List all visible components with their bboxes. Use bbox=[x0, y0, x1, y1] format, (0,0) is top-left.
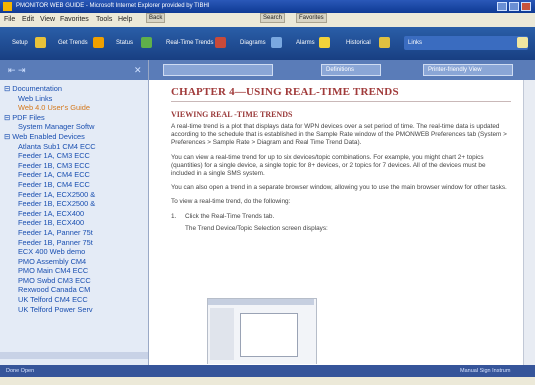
screenshot-thumbnail bbox=[207, 298, 317, 364]
tree-item[interactable]: PMO Assembly CM4 bbox=[4, 257, 144, 267]
tree-item[interactable]: Feeder 1A, ECX400 bbox=[4, 209, 144, 219]
thumbnail-sidebar bbox=[210, 308, 234, 360]
tree-item[interactable]: Atlanta Sub1 CM4 ECC bbox=[4, 142, 144, 152]
definitions-tab[interactable]: Definitions bbox=[321, 64, 381, 76]
sync-toc-icon[interactable]: ⇤ ⇥ bbox=[8, 60, 26, 80]
step-body: Click the Real-Time Trends tab. The Tren… bbox=[185, 213, 328, 233]
thumbnail-toolbar bbox=[208, 299, 314, 305]
tree-item[interactable]: PMO Main CM4 ECC bbox=[4, 266, 144, 276]
get-trends-button[interactable]: Get Trends bbox=[58, 36, 104, 50]
historical-label: Historical bbox=[346, 40, 371, 46]
menu-view[interactable]: View bbox=[40, 13, 55, 27]
tree-item[interactable]: Feeder 1A, CM3 ECC bbox=[4, 151, 144, 161]
menu-tools[interactable]: Tools bbox=[96, 13, 112, 27]
setup-icon bbox=[35, 37, 46, 48]
navigation-header: ⇤ ⇥ ✕ bbox=[0, 60, 148, 80]
get-trends-label: Get Trends bbox=[58, 40, 88, 46]
tree-item[interactable]: UK Telford Power Serv bbox=[4, 305, 144, 315]
links-button[interactable]: Links bbox=[404, 36, 528, 50]
menu-edit[interactable]: Edit bbox=[22, 13, 34, 27]
status-icon bbox=[141, 37, 152, 48]
tree-item[interactable]: Rexwood Canada CM bbox=[4, 285, 144, 295]
ie-icon bbox=[3, 2, 12, 11]
trend-icon bbox=[215, 37, 226, 48]
vertical-scrollbar[interactable] bbox=[523, 80, 535, 365]
tree-item[interactable]: Web 4.0 User's Guide bbox=[4, 103, 144, 113]
title-bar: PMONITOR WEB GUIDE - Microsoft Internet … bbox=[0, 0, 535, 13]
status-right: Manual Sign Instrum bbox=[460, 368, 511, 374]
menu-favorites[interactable]: Favorites bbox=[60, 13, 89, 27]
tree-item[interactable]: Web Links bbox=[4, 94, 144, 104]
diagrams-label: Diagrams bbox=[240, 40, 266, 46]
content-pane: Definitions Printer-friendly View CHAPTE… bbox=[149, 60, 535, 365]
tree-item[interactable]: Feeder 1B, ECX2500 & bbox=[4, 199, 144, 209]
back-button[interactable]: Back bbox=[146, 13, 166, 23]
tree-item[interactable]: ⊟ Web Enabled Devices bbox=[4, 132, 144, 142]
menu-file[interactable]: File bbox=[4, 13, 15, 27]
tree-item[interactable]: Feeder 1B, CM4 ECC bbox=[4, 180, 144, 190]
toc-tree: ⊟ Documentation Web Links Web 4.0 User's G… bbox=[4, 84, 144, 349]
historical-button[interactable]: Historical bbox=[346, 36, 390, 50]
minimize-button[interactable] bbox=[497, 2, 507, 11]
alarms-button[interactable]: Alarms bbox=[296, 36, 330, 50]
status-button[interactable]: Status bbox=[116, 36, 152, 50]
search-button[interactable]: Search bbox=[260, 13, 286, 23]
step-item: 1. Click the Real-Time Trends tab. The T… bbox=[171, 213, 511, 233]
taskbar bbox=[0, 377, 535, 385]
diagrams-button[interactable]: Diagrams bbox=[240, 36, 282, 50]
links-label: Links bbox=[408, 40, 423, 46]
setup-button[interactable]: Setup bbox=[12, 36, 46, 50]
arrow-icon bbox=[93, 37, 104, 48]
status-label: Status bbox=[116, 40, 134, 46]
tree-item[interactable]: UK Telford CM4 ECC bbox=[4, 295, 144, 305]
horizontal-scrollbar[interactable] bbox=[0, 352, 148, 359]
navigation-pane: ⇤ ⇥ ✕ ⊟ Documentation Web Links Web 4.0 Us… bbox=[0, 60, 149, 365]
menu-bar: File Edit View Favorites Tools Help Back… bbox=[0, 13, 535, 27]
maximize-button[interactable] bbox=[509, 2, 519, 11]
paragraph-devices: You can view a real-time trend for up to… bbox=[171, 153, 486, 178]
close-button[interactable] bbox=[521, 2, 531, 11]
favorites-button[interactable]: Favorites bbox=[296, 13, 327, 23]
thumbnail-dialog bbox=[240, 313, 298, 357]
alarms-label: Alarms bbox=[296, 40, 315, 46]
chapter-heading: CHAPTER 4—USING REAL-TIME TRENDS bbox=[171, 86, 399, 98]
tree-item[interactable]: Feeder 1B, CM3 ECC bbox=[4, 161, 144, 171]
content-header: Definitions Printer-friendly View bbox=[149, 60, 535, 80]
section-heading: VIEWING REAL -TIME TRENDS bbox=[171, 110, 293, 119]
real-time-trends-button[interactable]: Real-Time Trends bbox=[166, 36, 226, 50]
heading-rule bbox=[171, 101, 511, 102]
tree-item[interactable]: ECX 400 Web demo bbox=[4, 247, 144, 257]
step-subtext: The Trend Device/Topic Selection screen … bbox=[185, 224, 328, 232]
step-text: Click the Real-Time Trends tab. bbox=[185, 212, 275, 220]
close-pane-icon[interactable]: ✕ bbox=[134, 60, 142, 80]
historical-icon bbox=[379, 37, 390, 48]
tree-item[interactable]: Feeder 1A, CM4 ECC bbox=[4, 170, 144, 180]
step-number: 1. bbox=[171, 212, 177, 220]
app-toolbar: Setup Get Trends Status Real-Time Trends… bbox=[0, 27, 535, 60]
tree-item[interactable]: ⊟ PDF Files bbox=[4, 113, 144, 123]
paragraph-window: You can also open a trend in a separate … bbox=[171, 184, 507, 192]
paragraph-steps-intro: To view a real-time trend, do the follow… bbox=[171, 198, 291, 206]
pencil-icon bbox=[517, 37, 528, 48]
warning-icon bbox=[319, 37, 330, 48]
setup-label: Setup bbox=[12, 40, 28, 46]
search-field[interactable] bbox=[163, 64, 273, 76]
diagram-icon bbox=[271, 37, 282, 48]
real-time-trends-label: Real-Time Trends bbox=[166, 40, 214, 46]
printer-friendly-tab[interactable]: Printer-friendly View bbox=[423, 64, 513, 76]
tree-item[interactable]: PMO Swbd CM3 ECC bbox=[4, 276, 144, 286]
menu-help[interactable]: Help bbox=[118, 13, 132, 27]
tree-item[interactable]: Feeder 1B, Panner 75t bbox=[4, 238, 144, 248]
tree-item[interactable]: Feeder 1A, ECX2500 & bbox=[4, 190, 144, 200]
tree-item[interactable]: ⊟ Documentation bbox=[4, 84, 144, 94]
window-title: PMONITOR WEB GUIDE - Microsoft Internet … bbox=[16, 3, 210, 9]
status-left: Done Open bbox=[6, 368, 35, 374]
tree-item[interactable]: Feeder 1B, ECX400 bbox=[4, 218, 144, 228]
status-bar: Done Open Manual Sign Instrum bbox=[0, 365, 535, 377]
paragraph-intro: A real-time trend is a plot that display… bbox=[171, 123, 507, 147]
tree-item[interactable]: System Manager Softw bbox=[4, 122, 144, 132]
tree-item[interactable]: Feeder 1A, Panner 75t bbox=[4, 228, 144, 238]
document-body: CHAPTER 4—USING REAL-TIME TRENDS VIEWING… bbox=[171, 86, 511, 364]
